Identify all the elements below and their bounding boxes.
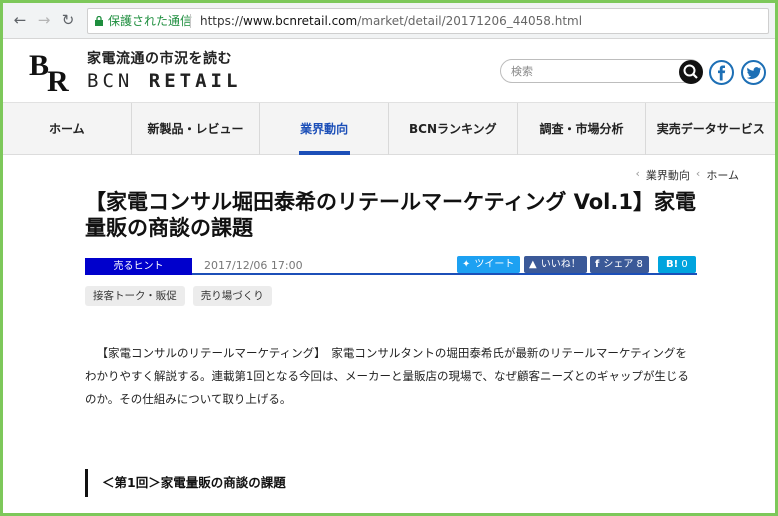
thumbs-up-icon: ▲ <box>529 259 537 270</box>
address-separator <box>190 14 191 28</box>
site-header: B R 家電流通の市況を読む BCN RETAIL <box>3 39 775 103</box>
brand-retail: RETAIL <box>148 70 242 92</box>
back-arrow-icon[interactable]: ← <box>11 11 29 29</box>
search-input[interactable] <box>511 63 661 80</box>
lock-icon <box>95 16 103 26</box>
chevron-left-icon: ‹ <box>635 167 640 180</box>
url-path: /market/detail/20171206_44058.html <box>357 14 583 28</box>
page-frame: ← → ↻ 保護された通信 https://www.bcnretail.com/… <box>0 0 778 516</box>
breadcrumb: ‹ 業界動向 ‹ ホーム <box>636 167 739 183</box>
address-bar[interactable]: 保護された通信 https://www.bcnretail.com/market… <box>87 8 769 34</box>
site-brand-name[interactable]: BCN RETAIL <box>87 70 241 92</box>
category-badge[interactable]: 売るヒント <box>85 258 192 275</box>
page-url: https://www.bcnretail.com/market/detail/… <box>200 9 582 33</box>
twitter-button[interactable] <box>741 60 766 85</box>
nav-item-home[interactable]: ホーム <box>3 103 132 155</box>
facebook-share-button[interactable]: f シェア 8 <box>590 256 649 273</box>
reload-icon[interactable]: ↻ <box>59 11 77 29</box>
share-count: 8 <box>636 259 643 270</box>
site-tagline: 家電流通の市況を読む <box>87 51 232 67</box>
article-lead: 【家電コンサルのリテールマーケティング】 家電コンサルタントの堀田泰希氏が最新の… <box>85 346 689 406</box>
nav-item-bcn-ranking[interactable]: BCNランキング <box>389 103 518 155</box>
global-nav: ホーム 新製品・レビュー 業界動向 BCNランキング 調査・市場分析 実売データ… <box>3 103 775 155</box>
nav-item-new-products[interactable]: 新製品・レビュー <box>132 103 261 155</box>
url-scheme: https:// <box>200 14 244 28</box>
facebook-share-icon: f <box>595 259 600 270</box>
article-title: 【家電コンサル堀田泰希のリテールマーケティング Vol.1】家電量販の商談の課題 <box>85 190 696 240</box>
url-host: www.bcnretail.com <box>243 14 358 28</box>
hatena-icon: B! <box>666 259 679 270</box>
forward-arrow-icon[interactable]: → <box>35 11 53 29</box>
nav-item-industry-trends-label: 業界動向 <box>300 122 349 136</box>
search-icon <box>683 64 698 79</box>
tweet-button[interactable]: ✦ ツイート <box>457 256 521 273</box>
hatena-count: 0 <box>681 259 688 270</box>
like-button[interactable]: ▲ いいね！ <box>524 256 587 273</box>
brand-bcn: BCN <box>87 70 134 92</box>
nav-item-market-research[interactable]: 調査・市場分析 <box>518 103 647 155</box>
chevron-left-icon: ‹ <box>695 167 701 180</box>
twitter-icon <box>746 67 761 79</box>
hatena-bookmark-button[interactable]: B! 0 <box>658 256 696 273</box>
nav-item-industry-trends[interactable]: 業界動向 <box>260 103 390 155</box>
svg-text:R: R <box>47 65 69 93</box>
tweet-label: ツイート <box>474 259 515 270</box>
br-logo[interactable]: B R <box>27 47 77 93</box>
secure-connection-label: 保護された通信 <box>108 14 193 28</box>
like-label: いいね！ <box>540 259 581 270</box>
tag-list: 接客トーク・販促 売り場づくり <box>85 286 272 306</box>
nav-item-sales-data-service[interactable]: 実売データサービス <box>646 103 775 155</box>
section-heading: ＜第1回＞家電量販の商談の課題 <box>85 469 485 497</box>
breadcrumb-current[interactable]: 業界動向 <box>646 167 690 183</box>
search-button[interactable] <box>679 60 703 84</box>
svg-text:B: B <box>29 49 49 82</box>
breadcrumb-home[interactable]: ホーム <box>706 167 739 183</box>
tag-sales-talk[interactable]: 接客トーク・販促 <box>85 286 185 306</box>
twitter-bird-icon: ✦ <box>462 259 471 270</box>
active-nav-indicator <box>299 151 351 155</box>
article-date: 2017/12/06 17:00 <box>204 259 303 272</box>
share-label: シェア <box>603 259 634 270</box>
browser-toolbar: ← → ↻ 保護された通信 https://www.bcnretail.com/… <box>3 3 775 39</box>
search-box <box>500 59 702 83</box>
tag-store-layout[interactable]: 売り場づくり <box>192 286 272 306</box>
facebook-icon <box>718 65 726 81</box>
facebook-button[interactable] <box>709 60 734 85</box>
